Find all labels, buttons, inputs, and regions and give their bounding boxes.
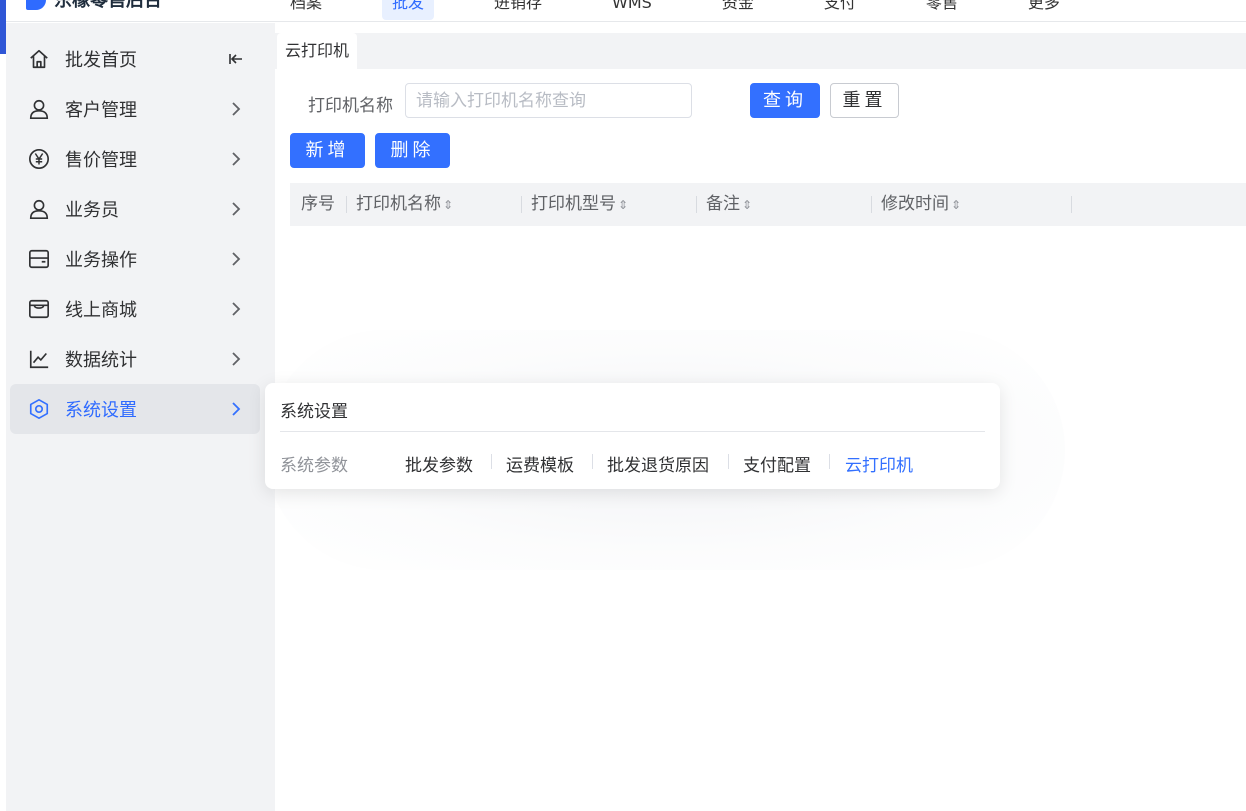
collapse-sidebar-icon[interactable]	[228, 50, 244, 68]
sidebar-item-customers[interactable]: 客户管理	[10, 84, 260, 134]
logo-icon	[26, 0, 46, 10]
sidebar-item-label: 数据统计	[65, 350, 137, 371]
sidebar-item-statistics[interactable]: 数据统计	[10, 334, 260, 384]
sidebar-item-online-store[interactable]: 线上商城	[10, 284, 260, 334]
sidebar-item-label: 业务操作	[65, 250, 137, 271]
popup-link-return-reasons[interactable]: 批发退货原因	[607, 451, 709, 476]
topnav-item-wholesale[interactable]: 批发	[382, 0, 435, 20]
sidebar-item-label: 售价管理	[65, 150, 137, 171]
printer-name-search-input[interactable]	[405, 83, 692, 118]
column-header-remark[interactable]: 备注 ⇕	[706, 183, 752, 226]
query-button[interactable]: 查询	[750, 83, 820, 118]
sidebar: 批发首页 客户管理 售价管理 业务员 业务操作 线上商城 数据统计 系统设置	[6, 23, 275, 811]
sidebar-item-operations[interactable]: 业务操作	[10, 234, 260, 284]
sidebar-item-salesperson[interactable]: 业务员	[10, 184, 260, 234]
popup-link-divider	[592, 454, 593, 469]
reset-button[interactable]: 重置	[830, 83, 899, 118]
popup-divider	[280, 431, 985, 432]
chevron-right-icon	[232, 302, 241, 316]
popup-link-divider	[491, 454, 492, 469]
topnav-item-more[interactable]: 更多	[1018, 0, 1070, 20]
sidebar-item-label: 业务员	[65, 200, 119, 221]
topnav-item-retail[interactable]: 零售	[916, 0, 968, 20]
yen-icon	[29, 149, 49, 169]
sort-icon[interactable]: ⇕	[618, 198, 628, 212]
sidebar-item-label: 线上商城	[65, 300, 137, 321]
sort-icon[interactable]: ⇕	[443, 198, 453, 212]
add-button[interactable]: 新增	[290, 133, 365, 168]
chevron-right-icon	[232, 252, 241, 266]
home-icon	[30, 49, 48, 69]
chevron-right-icon	[232, 102, 241, 116]
app-logo[interactable]: 东橡零售后台	[26, 0, 162, 12]
sort-icon[interactable]: ⇕	[951, 198, 961, 212]
tabs-bar: 云打印机	[275, 33, 1246, 69]
wallet-icon	[29, 249, 49, 269]
tab-cloud-printer[interactable]: 云打印机	[277, 33, 358, 69]
sidebar-item-label: 批发首页	[65, 50, 137, 71]
sidebar-item-label: 系统设置	[65, 400, 137, 421]
column-divider	[521, 196, 522, 213]
chevron-right-icon	[232, 202, 241, 216]
sort-icon[interactable]: ⇕	[742, 198, 752, 212]
delete-button[interactable]: 删除	[375, 133, 450, 168]
system-settings-popup: 系统设置 系统参数 批发参数 运费模板 批发退货原因 支付配置 云打印机	[265, 383, 1000, 489]
popup-link-wholesale-params[interactable]: 批发参数	[405, 451, 473, 476]
column-header-modified-time[interactable]: 修改时间 ⇕	[881, 183, 961, 226]
popup-link-freight-template[interactable]: 运费模板	[506, 451, 574, 476]
chevron-right-icon	[232, 352, 241, 366]
column-divider	[1071, 196, 1072, 213]
popup-link-payment-config[interactable]: 支付配置	[743, 451, 811, 476]
popup-group-label: 系统参数	[280, 456, 348, 476]
chevron-right-icon	[232, 152, 241, 166]
popup-link-cloud-printer[interactable]: 云打印机	[845, 451, 913, 476]
topnav-item-funds[interactable]: 资金	[712, 0, 764, 20]
sidebar-item-pricing[interactable]: 售价管理	[10, 134, 260, 184]
column-header-index: 序号	[301, 194, 335, 214]
user-icon	[29, 199, 49, 219]
popup-link-divider	[829, 454, 830, 469]
user-icon	[29, 99, 49, 119]
chevron-right-icon	[232, 402, 241, 416]
column-header-printer-name[interactable]: 打印机名称 ⇕	[356, 183, 453, 226]
table-header: 序号 打印机名称 ⇕ 打印机型号 ⇕ 备注 ⇕ 修改时间 ⇕	[290, 183, 1246, 226]
column-divider	[871, 196, 872, 213]
printer-name-label: 打印机名称	[308, 96, 393, 116]
column-header-printer-model[interactable]: 打印机型号 ⇕	[531, 183, 628, 226]
top-navigation: 档案 批发 进销存 WMS 资金 支付 零售 更多	[280, 0, 1120, 20]
topnav-item-wms[interactable]: WMS	[602, 0, 662, 20]
gear-hex-icon	[29, 399, 49, 419]
popup-title: 系统设置	[280, 402, 348, 422]
sidebar-item-wholesale-home[interactable]: 批发首页	[10, 34, 260, 84]
topnav-item-payment[interactable]: 支付	[814, 0, 866, 20]
column-divider	[346, 196, 347, 213]
chart-line-icon	[29, 350, 49, 369]
top-header: 东橡零售后台 档案 批发 进销存 WMS 资金 支付 零售 更多	[0, 0, 1246, 22]
sidebar-item-label: 客户管理	[65, 100, 137, 121]
app-name: 东橡零售后台	[54, 0, 162, 11]
popup-link-divider	[728, 454, 729, 469]
column-divider	[696, 196, 697, 213]
sidebar-item-system-settings[interactable]: 系统设置	[10, 384, 260, 434]
topnav-item-inventory[interactable]: 进销存	[484, 0, 552, 20]
topnav-item-archive[interactable]: 档案	[280, 0, 332, 20]
store-icon	[29, 299, 49, 319]
